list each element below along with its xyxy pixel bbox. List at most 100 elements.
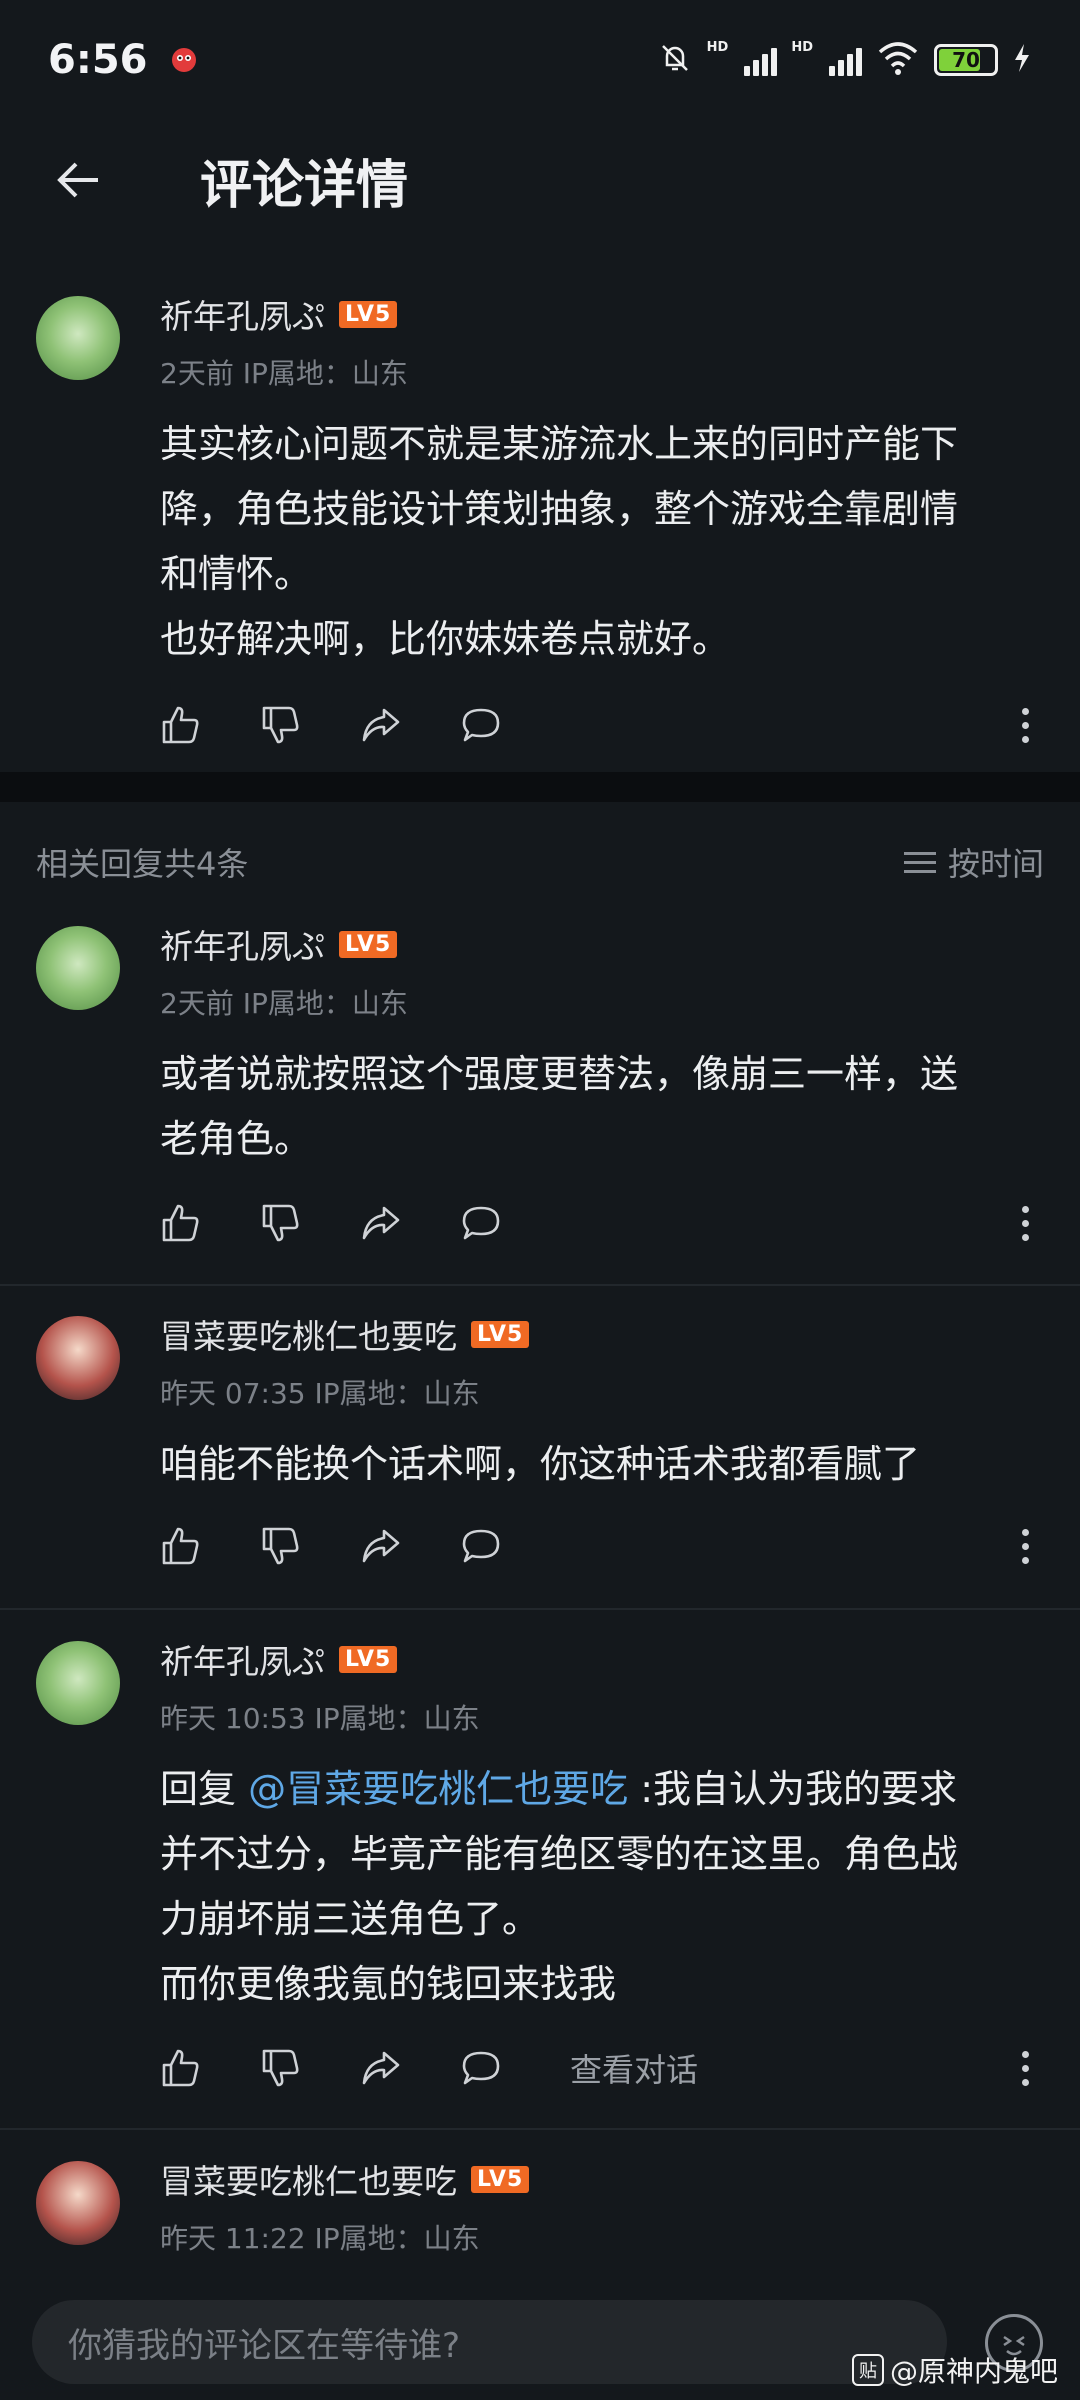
wifi-icon (876, 40, 920, 80)
like-button[interactable] (160, 1516, 260, 1576)
thumbs-up-icon (162, 1204, 199, 1242)
like-button[interactable] (160, 695, 260, 755)
sort-label: 按时间 (947, 845, 1044, 883)
thumbs-up-icon (162, 2049, 199, 2087)
level-badge: LV5 (339, 1645, 398, 1673)
comment-meta: 2天前 IP属地：山东 (160, 987, 408, 1020)
comment-meta: 昨天 11:22 IP属地：山东 (160, 2222, 480, 2255)
text-line: 并不过分，毕竟产能有绝区零的在这里。角色战 (160, 1832, 959, 1876)
text-line: 咱能不能换个话术啊，你这种话术我都看腻了 (160, 1442, 921, 1486)
comment-text: 回复 @冒菜要吃桃仁也要吃 :我自认为我的要求 并不过分，毕竟产能有绝区零的在这… (160, 1757, 1040, 2017)
speech-bubble-icon (462, 2051, 500, 2085)
text-line: 或者说就按照这个强度更替法，像崩三一样，送 (160, 1052, 959, 1096)
action-bar: 查看对话 (160, 2038, 1040, 2098)
more-options-button[interactable] (1010, 2038, 1040, 2098)
level-badge: LV5 (471, 2165, 530, 2193)
mention-link[interactable]: @冒菜要吃桃仁也要吃 (248, 1767, 628, 1811)
comment-button[interactable] (460, 2038, 560, 2098)
action-bar (160, 1193, 1040, 1253)
comment-text: 其实核心问题不就是某游流水上来的同时产能下 降，角色技能设计策划抽象，整个游戏全… (160, 412, 1040, 672)
app-bar: 评论详情 (0, 120, 1080, 240)
share-icon (362, 2051, 400, 2085)
avatar[interactable] (36, 1641, 120, 1725)
username[interactable]: 祈年孔夙ぷ (160, 1635, 325, 1683)
like-button[interactable] (160, 2038, 260, 2098)
battery-level: 70 (952, 48, 980, 72)
username[interactable]: 冒菜要吃桃仁也要吃 (160, 1310, 457, 1358)
username[interactable]: 祈年孔夙ぷ (160, 290, 325, 338)
avatar[interactable] (36, 1316, 120, 1400)
divider (0, 1608, 1080, 1610)
section-divider (0, 772, 1080, 802)
view-conversation-button[interactable]: 查看对话 (570, 2045, 698, 2091)
share-button[interactable] (360, 1193, 460, 1253)
username[interactable]: 祈年孔夙ぷ (160, 920, 325, 968)
comment-button[interactable] (460, 695, 560, 755)
notification-app-icon (166, 40, 202, 80)
comment-button[interactable] (460, 1516, 560, 1576)
sort-button[interactable]: 按时间 (903, 839, 1044, 885)
reply-item: 冒菜要吃桃仁也要吃 LV5 昨天 07:35 IP属地：山东 咱能不能换个话术啊… (0, 1310, 1080, 1590)
share-button[interactable] (360, 2038, 460, 2098)
dislike-button[interactable] (260, 2038, 360, 2098)
status-bar: 6:56 HD HD 70 (0, 0, 1080, 120)
list-sort-icon (903, 851, 936, 873)
text-line: 其实核心问题不就是某游流水上来的同时产能下 (160, 422, 959, 466)
watermark-text: @原神内鬼吧 (890, 2355, 1059, 2388)
thumbs-down-icon (262, 706, 299, 744)
level-badge: LV5 (471, 1320, 530, 1348)
status-time: 6:56 (48, 37, 148, 83)
dislike-button[interactable] (260, 695, 360, 755)
text-line: 降，角色技能设计策划抽象，整个游戏全靠剧情 (160, 487, 959, 531)
comment-text: 咱能不能换个话术啊，你这种话术我都看腻了 (160, 1432, 1040, 1497)
thumbs-down-icon (262, 2049, 299, 2087)
share-icon (362, 708, 400, 742)
avatar[interactable] (36, 926, 120, 1010)
avatar[interactable] (36, 2161, 120, 2245)
action-bar (160, 695, 1040, 755)
more-options-button[interactable] (1010, 695, 1040, 755)
level-badge: LV5 (339, 930, 398, 958)
hd-label-1: HD (706, 40, 729, 55)
reply-count: 相关回复共4条 (36, 845, 249, 883)
back-button[interactable] (28, 130, 128, 230)
dislike-button[interactable] (260, 1516, 360, 1576)
share-icon (362, 1206, 400, 1240)
input-placeholder: 你猜我的评论区在等待谁? (68, 2325, 461, 2366)
arrow-left-icon (57, 162, 98, 198)
cellular-signal-icon (744, 44, 778, 76)
username[interactable]: 冒菜要吃桃仁也要吃 (160, 2155, 457, 2203)
avatar[interactable] (36, 296, 120, 380)
speech-bubble-icon (462, 1529, 500, 1563)
replies-header: 相关回复共4条 按时间 (0, 822, 1080, 902)
thumbs-up-icon (162, 1527, 199, 1565)
reply-item: 祈年孔夙ぷ LV5 昨天 10:53 IP属地：山东 回复 @冒菜要吃桃仁也要吃… (0, 1635, 1080, 2089)
thumbs-up-icon (162, 706, 199, 744)
charging-icon (1012, 42, 1032, 78)
reply-item: 祈年孔夙ぷ LV5 2天前 IP属地：山东 或者说就按照这个强度更替法，像崩三一… (0, 920, 1080, 1250)
bell-muted-icon (657, 40, 693, 80)
comment-input[interactable]: 你猜我的评论区在等待谁? (32, 2300, 947, 2384)
share-button[interactable] (360, 695, 460, 755)
tieba-logo-icon: 贴 (852, 2354, 884, 2386)
dislike-button[interactable] (260, 1193, 360, 1253)
more-options-button[interactable] (1010, 1193, 1040, 1253)
share-button[interactable] (360, 1516, 460, 1576)
like-button[interactable] (160, 1193, 260, 1253)
comment-button[interactable] (460, 1193, 560, 1253)
share-icon (362, 1529, 400, 1563)
text-line: 和情怀。 (160, 552, 313, 596)
reply-prefix: 回复 (160, 1767, 249, 1811)
battery-icon: 70 (934, 44, 998, 76)
text-line: 也好解决啊，比你妹妹卷点就好。 (160, 617, 731, 661)
text-line: 力崩坏崩三送角色了。 (160, 1897, 541, 1941)
reply-item: 冒菜要吃桃仁也要吃 LV5 昨天 11:22 IP属地：山东 (0, 2155, 1080, 2275)
thumbs-down-icon (262, 1204, 299, 1242)
more-options-button[interactable] (1010, 1516, 1040, 1576)
hd-label-2: HD (791, 40, 813, 55)
divider (0, 1284, 1080, 1286)
text-line-rest: :我自认为我的要求 (628, 1767, 957, 1811)
watermark: 贴 @原神内鬼吧 (852, 2350, 1058, 2390)
thumbs-down-icon (262, 1527, 299, 1565)
text-line: 而你更像我氪的钱回来找我 (160, 1962, 617, 2006)
